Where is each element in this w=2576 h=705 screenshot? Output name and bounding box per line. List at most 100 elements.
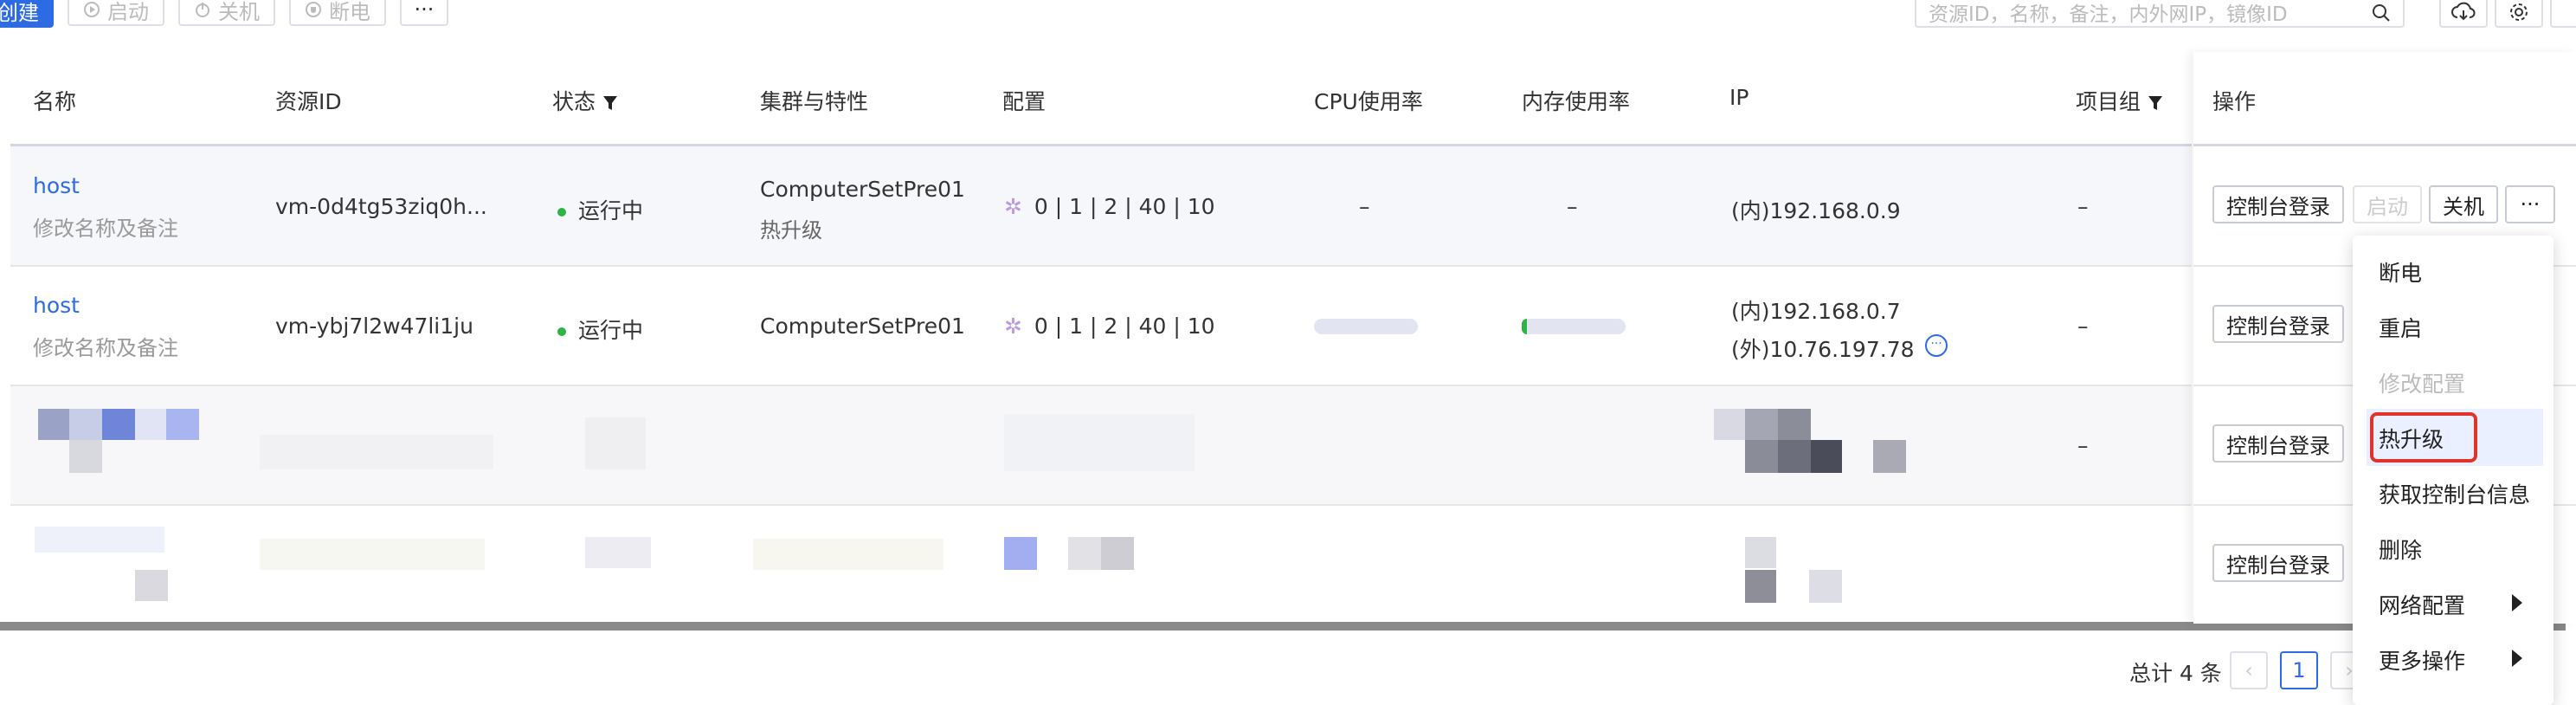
instance-name-link[interactable]: host (33, 293, 80, 318)
cluster-name: ComputerSetPre01 (760, 177, 965, 202)
cpu-usage: – (1359, 194, 1370, 219)
ip-outer: (外)10.76.197.78 (1731, 337, 1915, 362)
config-gear-icon: ✲ (1004, 194, 1022, 219)
page-number[interactable]: 1 (2280, 651, 2318, 689)
gear-icon (2510, 3, 2528, 21)
blurred-ip (1745, 440, 1778, 473)
col-cluster: 集群与特性 (760, 89, 869, 114)
blurred-text (260, 435, 493, 469)
running-dot (557, 208, 566, 217)
create-button[interactable]: 创建 (0, 0, 54, 28)
download-button[interactable] (2439, 0, 2488, 28)
blurred-name (135, 409, 166, 440)
toolbar-more-label: ··· (414, 0, 435, 22)
instance-name-link[interactable]: host (33, 173, 80, 198)
blurred-text (753, 539, 943, 570)
blurred-ip (1873, 440, 1906, 473)
blurred-text (1004, 414, 1195, 471)
mem-usage-bar (1522, 319, 1626, 334)
caret-right-icon (2512, 650, 2522, 667)
status-badge: 运行中 (557, 314, 643, 345)
blurred-ip (1745, 409, 1778, 440)
blurred-name (166, 409, 199, 440)
ip-inner: (内)192.168.0.7 (1731, 299, 1901, 324)
table-bottom-border (0, 622, 2566, 631)
ops-header-divider (2193, 144, 2576, 146)
page-number-label: 1 (2292, 658, 2306, 682)
col-project[interactable]: 项目组 (2076, 85, 2163, 116)
col-status-label: 状态 (552, 89, 596, 114)
ip-more-icon[interactable]: ··· (1925, 334, 1948, 357)
edit-remark-link[interactable]: 修改名称及备注 (33, 331, 178, 361)
blurred-name (38, 409, 69, 440)
blurred-ip (1778, 440, 1811, 473)
status-text: 运行中 (578, 198, 644, 223)
create-label: 创建 (0, 0, 39, 25)
blurred-ip (1745, 570, 1776, 603)
power-icon (196, 3, 209, 17)
col-status[interactable]: 状态 (552, 85, 618, 116)
project-value: – (2077, 194, 2089, 219)
filter-icon[interactable] (2148, 94, 2163, 112)
console-login-button[interactable]: 控制台登录 (2212, 424, 2344, 462)
console-login-button[interactable]: 控制台登录 (2212, 185, 2344, 223)
resource-id: vm-ybj7l2w47li1ju (275, 314, 473, 339)
menu-item-delete[interactable]: 删除 (2379, 534, 2422, 565)
blurred-text (585, 417, 646, 469)
shutdown-label: 关机 (218, 0, 260, 24)
blurred-text (585, 537, 651, 568)
row-more-button[interactable]: ··· (2505, 185, 2555, 223)
menu-item-console-info[interactable]: 获取控制台信息 (2379, 478, 2530, 509)
console-login-button[interactable]: 控制台登录 (2212, 544, 2344, 582)
start-button[interactable]: 启动 (68, 0, 164, 26)
toolbar-more-button[interactable]: ··· (400, 0, 448, 26)
expand-button[interactable] (2550, 0, 2576, 28)
highlight-box (2370, 412, 2477, 462)
console-login-label: 控制台登录 (2226, 553, 2330, 578)
ip-more-label: ··· (1930, 337, 1942, 351)
menu-item-more-ops[interactable]: 更多操作 (2379, 644, 2465, 676)
shutdown-button[interactable]: 关机 (178, 0, 275, 26)
blurred-ip (1811, 440, 1842, 473)
menu-item-poweroff[interactable]: 断电 (2379, 256, 2422, 288)
settings-button[interactable] (2495, 0, 2543, 28)
status-text: 运行中 (578, 318, 644, 343)
caret-right-icon (2512, 594, 2522, 611)
search-icon (2373, 4, 2390, 22)
edit-remark-link[interactable]: 修改名称及备注 (33, 211, 178, 242)
blurred-name (102, 409, 135, 440)
row-more-label: ··· (2520, 192, 2541, 217)
search-input[interactable]: 资源ID，名称，备注，内外网IP，镜像ID (1915, 0, 2405, 28)
ip-inner: (内)192.168.0.9 (1731, 198, 1901, 223)
blurred-config (1101, 537, 1134, 570)
prev-page-button[interactable]: ‹ (2230, 651, 2268, 689)
start-label: 启动 (107, 0, 149, 24)
config-summary: ✲ 0 | 1 | 2 | 40 | 10 (1004, 314, 1215, 339)
menu-item-network-config[interactable]: 网络配置 (2379, 589, 2465, 620)
filter-icon[interactable] (602, 94, 618, 112)
poweroff-label: 断电 (329, 0, 370, 24)
blurred-name (135, 570, 168, 601)
console-login-label: 控制台登录 (2226, 194, 2330, 219)
col-resource-id: 资源ID (275, 89, 342, 114)
cloud-download-icon (2451, 2, 2476, 21)
console-login-button[interactable]: 控制台登录 (2212, 305, 2344, 343)
blurred-config (1004, 537, 1037, 570)
menu-item-restart[interactable]: 重启 (2379, 312, 2422, 343)
col-ops: 操作 (2212, 89, 2257, 114)
start-button[interactable]: 启动 (2353, 185, 2422, 223)
config-text: 0 | 1 | 2 | 40 | 10 (1034, 314, 1215, 339)
shutdown-button[interactable]: 关机 (2429, 185, 2498, 223)
menu-item-modify-config[interactable]: 修改配置 (2379, 367, 2465, 398)
search-placeholder: 资源ID，名称，备注，内外网IP，镜像ID (1929, 3, 2288, 26)
start-label: 启动 (2367, 194, 2408, 219)
poweroff-button[interactable]: 断电 (289, 0, 386, 26)
shutdown-label: 关机 (2443, 194, 2484, 219)
row-divider (10, 504, 2192, 506)
mem-usage-fill (1522, 319, 1527, 334)
pagination-total: 总计 4 条 (2129, 661, 2222, 686)
config-text: 0 | 1 | 2 | 40 | 10 (1034, 194, 1215, 219)
blurred-ip (1778, 409, 1811, 440)
config-summary: ✲ 0 | 1 | 2 | 40 | 10 (1004, 194, 1215, 219)
blurred-name (69, 440, 102, 473)
